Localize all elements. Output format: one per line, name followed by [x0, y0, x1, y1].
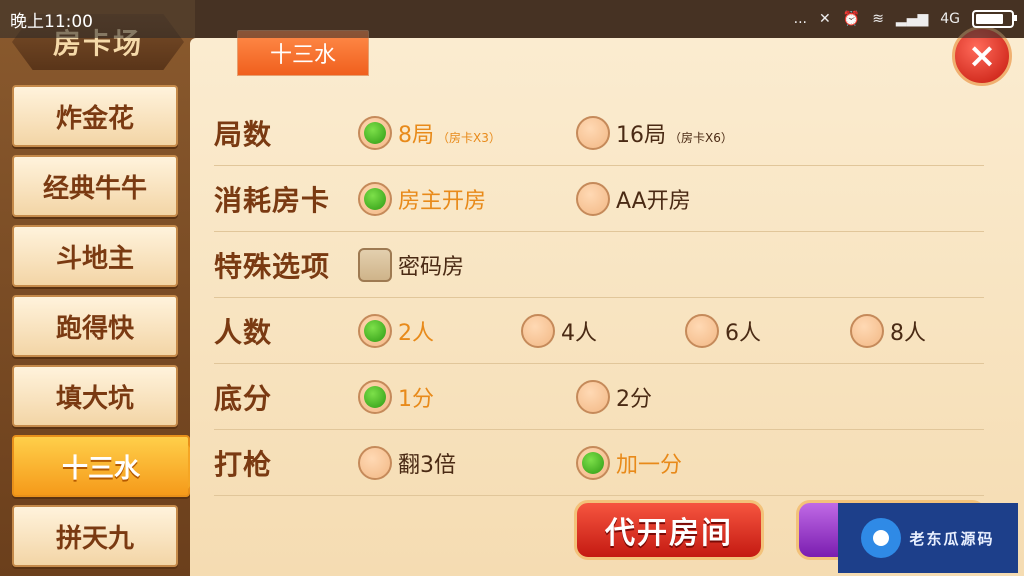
password-room-option[interactable]: 密码房	[358, 247, 465, 282]
game-item-doudizhu[interactable]: 斗地主	[12, 225, 178, 287]
special-label: 特殊选项	[214, 249, 331, 283]
gun-option-plus-one[interactable]: 加一分	[576, 445, 683, 480]
players-row: 人数 2人 4人 6人 8人	[214, 298, 984, 364]
more-dots-icon: ...	[793, 11, 808, 27]
card-cost-row: 消耗房卡 房主开房 AA开房	[214, 166, 984, 232]
radio-unselected[interactable]	[358, 445, 392, 480]
rounds-option-8[interactable]: 8局 （房卡X3）	[358, 115, 501, 150]
password-room-checkbox[interactable]	[358, 247, 392, 282]
signal-type-label: 4G	[940, 11, 960, 27]
card-cost-option-aa-label: AA开房	[616, 188, 691, 214]
players-option-8-label: 8人	[890, 320, 926, 346]
players-option-2[interactable]: 2人	[358, 313, 434, 348]
radio-selected[interactable]	[358, 181, 392, 216]
radio-unselected[interactable]	[576, 181, 610, 216]
radio-unselected[interactable]	[685, 313, 719, 348]
password-room-label: 密码房	[398, 254, 465, 280]
close-icon: ×	[967, 36, 997, 76]
battery-icon	[972, 10, 1017, 28]
game-list: 炸金花 经典牛牛 斗地主 跑得快 填大坑 十三水 拼天九	[12, 85, 204, 575]
radio-unselected[interactable]	[576, 115, 610, 150]
gun-option-plus-one-label: 加一分	[616, 452, 683, 478]
watermark-logo-icon	[861, 518, 902, 558]
gun-label: 打枪	[214, 447, 273, 481]
gun-row: 打枪 翻3倍 加一分	[214, 430, 984, 496]
status-bar: 晚上11:00 ... ✕ ⏰ ≋ ▂▄▆ 4G	[0, 0, 1024, 38]
game-item-pintianjiu[interactable]: 拼天九	[12, 505, 178, 567]
silent-icon: ✕	[819, 11, 831, 27]
radio-selected[interactable]	[576, 445, 610, 480]
game-item-paodekuai[interactable]: 跑得快	[12, 295, 178, 357]
base-score-row: 底分 1分 2分	[214, 364, 984, 430]
players-option-8[interactable]: 8人	[850, 313, 926, 348]
signal-icon: ▂▄▆	[895, 11, 929, 27]
wifi-icon: ≋	[872, 11, 884, 27]
settings-rows: 局数 8局 （房卡X3） 16局 （房卡X6） 消耗房卡 房主开房 AA开房 特…	[214, 100, 984, 496]
base-score-option-2-label: 2分	[616, 386, 652, 412]
game-item-tiandakeng[interactable]: 填大坑	[12, 365, 178, 427]
room-settings-panel: 十三水 × 局数 8局（房卡X3） 16局（房卡X6） 消耗房卡 房主开房	[190, 26, 1024, 576]
radio-selected[interactable]	[358, 115, 392, 150]
players-option-6-label: 6人	[725, 320, 761, 346]
game-item-niuniu[interactable]: 经典牛牛	[12, 155, 178, 217]
special-row: 特殊选项 密码房	[214, 232, 984, 298]
rounds-option-16[interactable]: 16局 （房卡X6）	[576, 115, 733, 150]
card-cost-option-host-label: 房主开房	[398, 188, 487, 214]
card-cost-label: 消耗房卡	[214, 183, 331, 217]
base-score-option-1-label: 1分	[398, 386, 434, 412]
alarm-icon: ⏰	[842, 11, 861, 27]
rounds-option-16-label: 16局 （房卡X6）	[616, 122, 733, 148]
players-option-6[interactable]: 6人	[685, 313, 761, 348]
radio-selected[interactable]	[358, 379, 392, 414]
radio-unselected[interactable]	[850, 313, 884, 348]
watermark-text: 老东瓜源码	[909, 529, 995, 548]
players-option-2-label: 2人	[398, 320, 434, 346]
base-score-option-1[interactable]: 1分	[358, 379, 434, 414]
rounds-option-8-label: 8局 （房卡X3）	[398, 122, 501, 148]
gun-option-triple-label: 翻3倍	[398, 452, 456, 478]
status-icons: ... ✕ ⏰ ≋ ▂▄▆ 4G	[793, 10, 1017, 28]
game-item-zhajinhua[interactable]: 炸金花	[12, 85, 178, 147]
game-item-shisanshui[interactable]: 十三水	[12, 435, 204, 497]
players-option-4[interactable]: 4人	[521, 313, 597, 348]
radio-unselected[interactable]	[576, 379, 610, 414]
radio-selected[interactable]	[358, 313, 392, 348]
card-cost-option-host[interactable]: 房主开房	[358, 181, 487, 216]
gun-option-triple[interactable]: 翻3倍	[358, 445, 456, 480]
base-score-option-2[interactable]: 2分	[576, 379, 652, 414]
base-score-label: 底分	[214, 381, 273, 415]
players-label: 人数	[214, 315, 273, 349]
open-room-for-others-button[interactable]: 代开房间	[574, 500, 764, 560]
radio-unselected[interactable]	[521, 313, 555, 348]
rounds-label: 局数	[214, 117, 273, 151]
watermark: 老东瓜源码	[838, 503, 1018, 573]
rounds-row: 局数 8局 （房卡X3） 16局 （房卡X6）	[214, 100, 984, 166]
status-time: 晚上11:00	[10, 11, 93, 32]
left-panel: 房卡场 炸金花 经典牛牛 斗地主 跑得快 填大坑 十三水 拼天九	[0, 0, 204, 576]
players-option-4-label: 4人	[561, 320, 597, 346]
card-cost-option-aa[interactable]: AA开房	[576, 181, 691, 216]
